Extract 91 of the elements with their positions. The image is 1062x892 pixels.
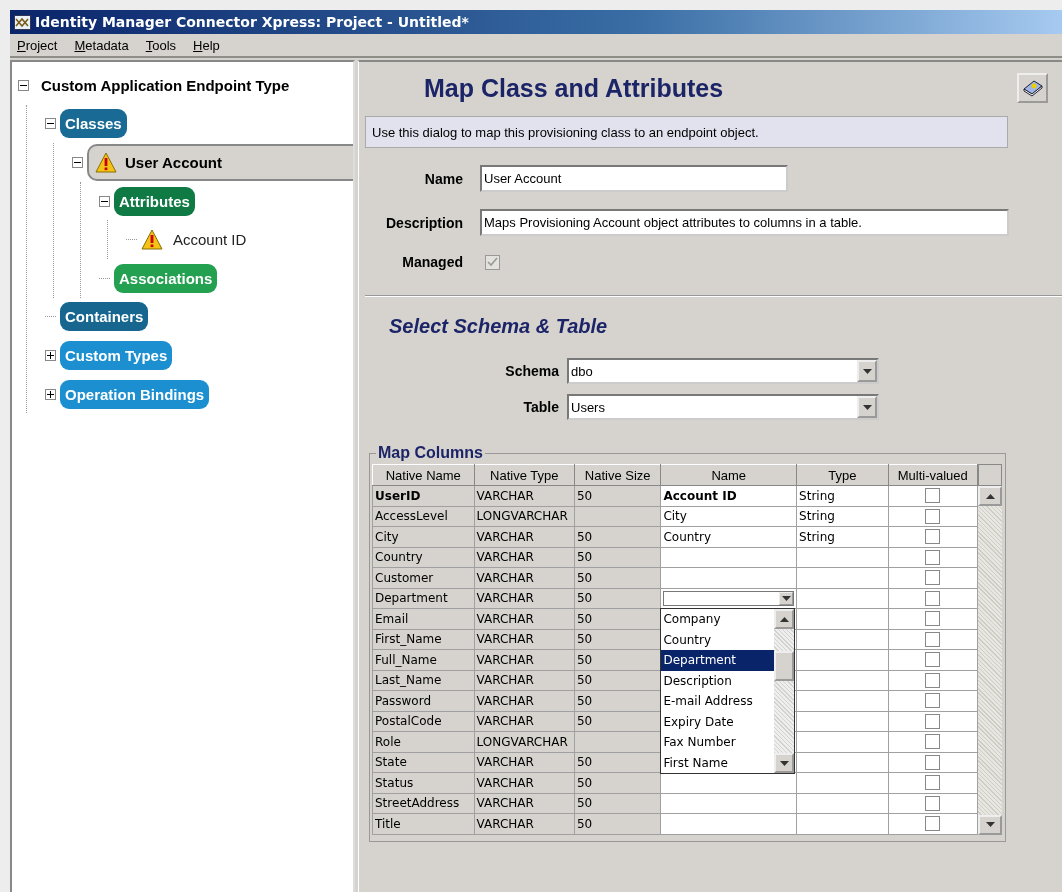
multi-valued-checkbox[interactable] xyxy=(925,508,941,524)
multi-valued-checkbox[interactable] xyxy=(925,795,941,811)
caret-icon xyxy=(862,368,872,374)
group-title: Map Columns xyxy=(377,444,484,462)
window-title: Identity Manager Connector Xpress: Project - Untitled* xyxy=(35,14,469,30)
scroll-thumb[interactable] xyxy=(774,651,795,681)
caret-icon xyxy=(862,404,872,410)
table-cell: Role xyxy=(372,731,474,752)
column-header[interactable]: Native Name xyxy=(372,464,474,486)
header-corner xyxy=(978,464,1002,486)
multi-valued-checkbox[interactable] xyxy=(925,529,941,545)
text-field[interactable]: User Account xyxy=(480,165,788,192)
scroll-up-button[interactable] xyxy=(978,486,1002,506)
scroll-down-button[interactable] xyxy=(978,814,1002,835)
multi-valued-checkbox[interactable] xyxy=(925,775,941,791)
multi-valued-checkbox[interactable] xyxy=(925,590,941,606)
tree-node[interactable]: Operation Bindings xyxy=(60,379,210,409)
multi-valued-checkbox[interactable] xyxy=(925,549,941,565)
field-label: Name xyxy=(423,170,463,187)
field-label: Description xyxy=(385,214,463,231)
tree-node[interactable]: Attributes xyxy=(114,186,195,216)
table-cell: Full_Name xyxy=(372,649,474,670)
menu-item[interactable]: Metadata xyxy=(74,37,129,53)
scroll-up-icon xyxy=(779,616,789,622)
column-header[interactable]: Multi-valued xyxy=(888,464,978,486)
tree-node[interactable]: User Account xyxy=(87,144,353,181)
field-label: Managed xyxy=(401,254,463,270)
multi-valued-checkbox[interactable] xyxy=(925,631,941,647)
dropdown-field[interactable]: Users xyxy=(567,394,879,420)
menu-item[interactable]: Project xyxy=(17,37,58,53)
table-cell: StreetAddress xyxy=(372,793,474,814)
field-label: Schema xyxy=(504,363,559,379)
table-cell: Last_Name xyxy=(372,670,474,691)
collapse-icon[interactable] xyxy=(18,79,29,91)
table-cell: Country xyxy=(372,547,474,568)
column-header[interactable]: Name xyxy=(660,464,797,486)
scroll-down-button[interactable] xyxy=(774,753,795,773)
collapse-icon[interactable] xyxy=(99,195,110,207)
table-cell: First_Name xyxy=(372,629,474,650)
multi-valued-checkbox[interactable] xyxy=(925,693,941,709)
help-button[interactable] xyxy=(1017,73,1048,103)
scrollbar[interactable] xyxy=(774,609,795,773)
multi-valued-checkbox[interactable] xyxy=(925,816,941,832)
table-cell: Status xyxy=(372,772,474,793)
multi-valued-checkbox[interactable] xyxy=(925,713,941,729)
table-cell: Customer xyxy=(372,567,474,588)
table-cell: Password xyxy=(372,690,474,711)
book-icon xyxy=(1021,79,1044,97)
table-cell: PostalCode xyxy=(372,711,474,732)
multi-valued-checkbox[interactable] xyxy=(925,652,941,668)
table-cell: Title xyxy=(372,813,474,834)
column-header[interactable]: Native Type xyxy=(474,464,575,486)
collapse-icon[interactable] xyxy=(45,118,56,130)
menu-item[interactable]: Help xyxy=(193,37,220,53)
scroll-up-icon xyxy=(985,493,995,499)
multi-valued-checkbox[interactable] xyxy=(925,488,941,504)
dropdown-field[interactable]: dbo xyxy=(567,358,879,384)
multi-valued-checkbox[interactable] xyxy=(925,754,941,770)
column-header[interactable]: Type xyxy=(796,464,889,486)
field-label: Table xyxy=(522,399,559,415)
tree-node[interactable]: Containers xyxy=(60,302,149,332)
caret-icon xyxy=(781,595,791,601)
info-message: Use this dialog to map this provisioning class to an endpoint object. xyxy=(365,116,1008,148)
dropdown-option[interactable]: Department xyxy=(661,650,775,671)
expand-icon[interactable] xyxy=(45,388,56,400)
table-cell: City xyxy=(372,526,474,547)
tree-node[interactable]: Custom Application Endpoint Type xyxy=(39,74,292,96)
caret-icon xyxy=(779,760,789,766)
app-icon xyxy=(14,14,31,30)
page-title: Map Class and Attributes xyxy=(424,73,724,103)
text-field[interactable]: Maps Provisioning Account object attributes to columns in a table. xyxy=(480,209,1009,236)
scroll-up-button[interactable] xyxy=(774,609,795,629)
multi-valued-checkbox[interactable] xyxy=(925,672,941,688)
tree-node[interactable]: Classes xyxy=(60,109,127,139)
tree-node[interactable]: Account ID xyxy=(171,229,249,251)
cell-dropdown[interactable] xyxy=(663,590,795,606)
table-cell: Department xyxy=(372,588,474,609)
menu-item[interactable]: Tools xyxy=(145,37,177,53)
expand-icon[interactable] xyxy=(45,349,56,361)
table-cell: UserID xyxy=(372,485,474,506)
collapse-icon[interactable] xyxy=(72,157,83,168)
table-cell: State xyxy=(372,752,474,773)
section-title: Select Schema & Table xyxy=(389,315,609,338)
multi-valued-checkbox[interactable] xyxy=(925,570,941,586)
multi-valued-checkbox[interactable] xyxy=(925,734,941,750)
column-header[interactable]: Native Size xyxy=(574,464,661,486)
tree-node[interactable]: Custom Types xyxy=(60,340,173,370)
table-cell: Email xyxy=(372,608,474,629)
table-cell: AccessLevel xyxy=(372,506,474,527)
caret-icon xyxy=(985,822,995,827)
multi-valued-checkbox[interactable] xyxy=(925,611,941,627)
